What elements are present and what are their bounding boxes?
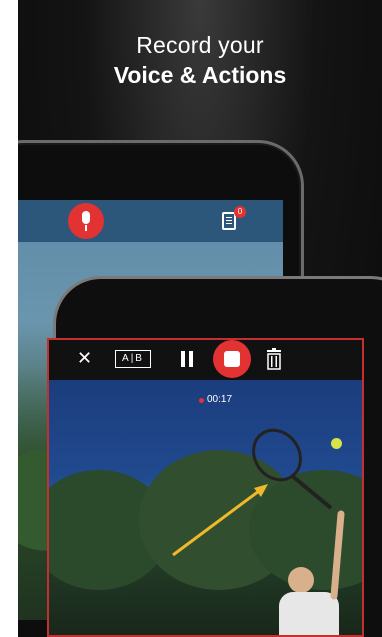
annotation-layer xyxy=(172,428,345,635)
close-icon[interactable]: ✕ xyxy=(77,348,92,369)
notes-line xyxy=(226,220,232,221)
notes-badge: 0 xyxy=(234,206,246,218)
ab-compare-button[interactable]: A|B xyxy=(115,350,151,368)
app-store-screenshot: Record your Voice & Actions 0 ✕ A|B 00:1… xyxy=(0,0,382,637)
video-preview[interactable]: 00:17 xyxy=(49,380,362,635)
microphone-icon xyxy=(82,211,90,224)
back-toolbar: 0 xyxy=(18,200,283,242)
microphone-record-button[interactable] xyxy=(68,203,104,239)
recording-toolbar: ✕ A|B xyxy=(49,340,362,380)
headline-line-1: Record your xyxy=(136,32,264,58)
front-phone-screen: ✕ A|B 00:17 xyxy=(47,338,364,637)
microphone-stem xyxy=(85,225,87,231)
headline-line-2: Voice & Actions xyxy=(113,62,287,88)
headline: Record your Voice & Actions xyxy=(18,30,382,90)
notes-line xyxy=(226,223,232,224)
notes-line xyxy=(226,217,232,218)
stop-record-icon xyxy=(224,351,240,367)
pause-icon[interactable] xyxy=(181,351,185,367)
stop-record-button[interactable] xyxy=(213,340,251,378)
trash-icon[interactable] xyxy=(265,348,283,370)
